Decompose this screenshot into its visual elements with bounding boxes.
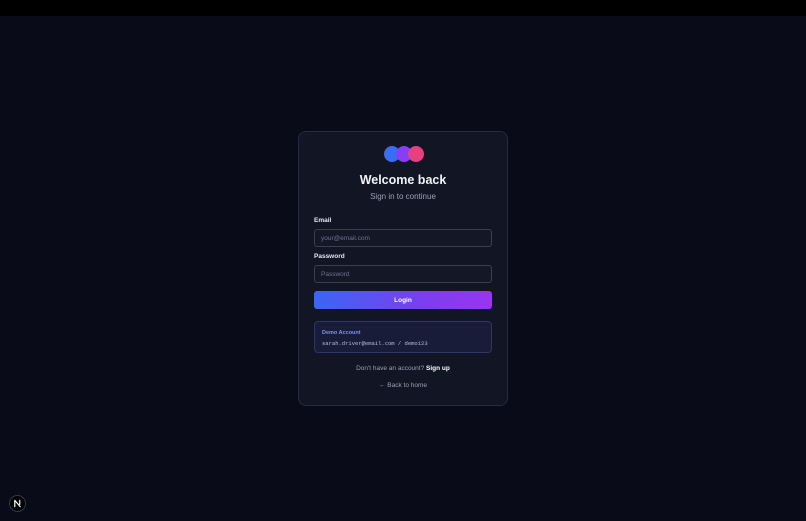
- password-field[interactable]: [314, 265, 492, 283]
- page-title: Welcome back: [359, 173, 447, 187]
- demo-account-title: Demo Account: [322, 330, 361, 336]
- signup-row: Don't have an account? Sign up: [299, 365, 507, 372]
- demo-account-credentials: sarah.driver@email.com / demo123: [322, 340, 428, 347]
- n-letter-glyph: [14, 499, 21, 508]
- logo-circle-pink: [408, 146, 424, 162]
- demo-account-box: Demo Account sarah.driver@email.com / de…: [314, 321, 492, 353]
- n-letter-icon[interactable]: [9, 495, 26, 512]
- signup-prompt: Don't have an account?: [356, 365, 425, 372]
- password-label: Password: [314, 253, 345, 260]
- login-card: Welcome back Sign in to continue Email P…: [298, 131, 508, 406]
- back-to-home-link[interactable]: ← Back to home: [299, 382, 507, 389]
- signup-link[interactable]: Sign up: [426, 365, 450, 372]
- page-subtitle: Sign in to continue: [370, 192, 436, 201]
- top-bar: [0, 0, 806, 16]
- email-label: Email: [314, 217, 332, 224]
- email-field[interactable]: [314, 229, 492, 247]
- login-button[interactable]: Login: [314, 291, 492, 309]
- app-logo-icon: [384, 146, 424, 162]
